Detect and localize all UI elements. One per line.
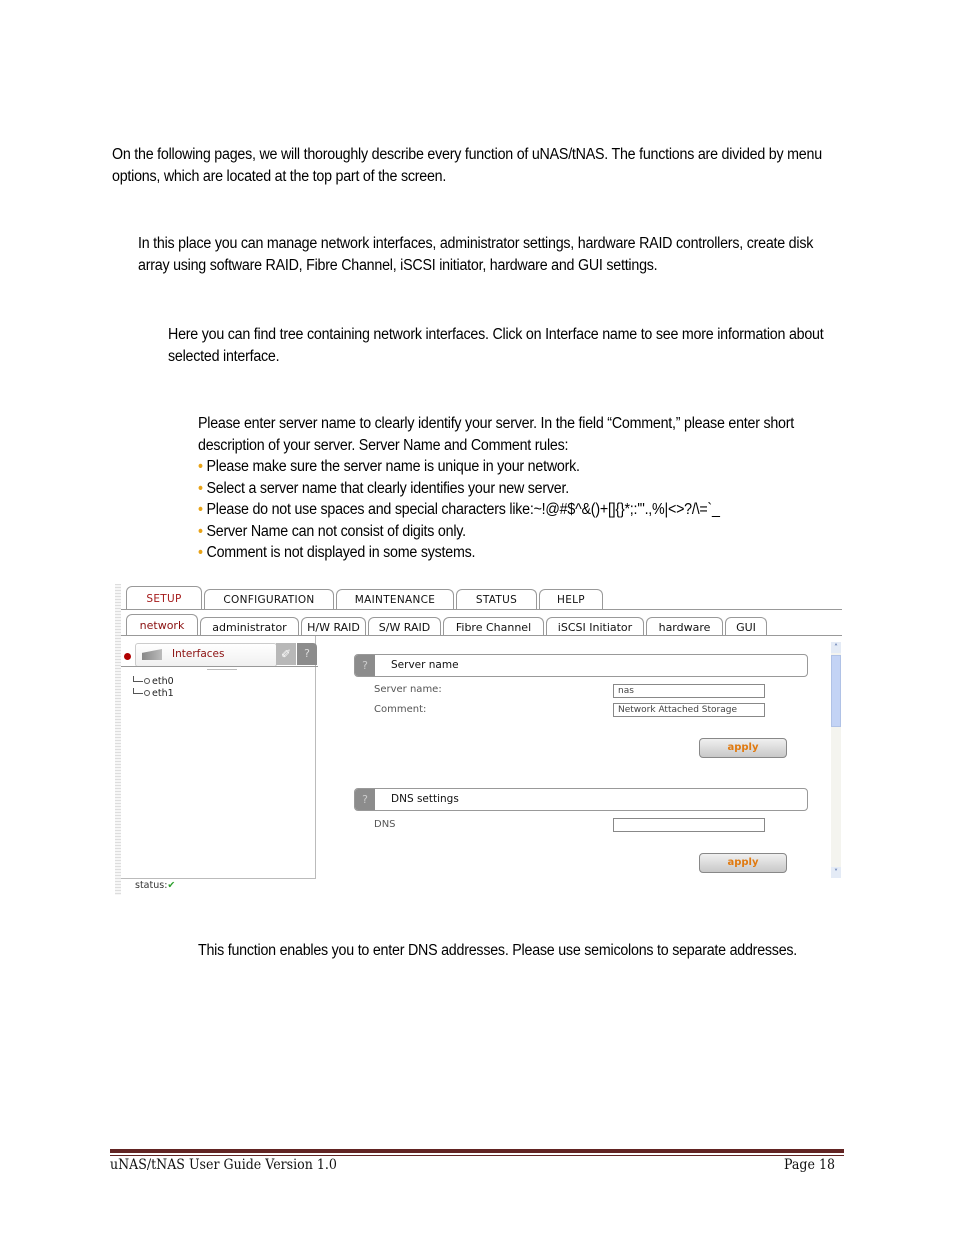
status-label: status:	[135, 880, 168, 891]
comment-label: Comment:	[374, 704, 427, 715]
sub-tab-bar: network administrator H/W RAID S/W RAID …	[126, 612, 769, 636]
rule-item: • Server Name can not consist of digits …	[198, 521, 851, 543]
rule-text: Please do not use spaces and special cha…	[206, 501, 720, 518]
tab-iscsi-initiator[interactable]: iSCSI Initiator	[546, 617, 644, 636]
scroll-down-icon[interactable]: ˅	[831, 867, 841, 878]
tab-network[interactable]: network	[126, 614, 198, 636]
rule-item: • Please make sure the server name is un…	[198, 456, 851, 478]
rule-text: Select a server name that clearly identi…	[206, 479, 570, 497]
rule-item: • Select a server name that clearly iden…	[198, 478, 851, 500]
tree-item-label: eth1	[152, 688, 174, 699]
tree-header: Interfaces ✐ ?	[121, 643, 318, 667]
rule-text: Comment is not displayed in some systems…	[206, 544, 476, 561]
check-icon: ✔	[167, 880, 176, 891]
bullet-icon: •	[198, 544, 203, 561]
scroll-up-icon[interactable]: ˄	[831, 642, 841, 653]
tree-node-icon	[144, 690, 150, 696]
dns-label: DNS	[374, 819, 396, 830]
footer-rule-thin	[110, 1155, 844, 1156]
tab-status[interactable]: STATUS	[456, 589, 537, 610]
comment-input[interactable]: Network Attached Storage	[613, 703, 765, 717]
dns-apply-button[interactable]: apply	[699, 853, 787, 873]
tree-title: Interfaces	[172, 648, 225, 660]
tab-hw-raid[interactable]: H/W RAID	[301, 617, 366, 636]
help-icon[interactable]: ?	[355, 655, 375, 676]
help-icon[interactable]: ?	[355, 789, 375, 810]
tab-setup[interactable]: SETUP	[126, 586, 202, 610]
section-title: DNS settings	[391, 793, 459, 805]
server-name-header: ? Server name	[354, 654, 808, 677]
interfaces-tree-root[interactable]: Interfaces	[135, 643, 277, 667]
tab-administrator[interactable]: administrator	[200, 617, 299, 636]
network-device-icon	[142, 649, 162, 660]
tree-connector-icon	[133, 688, 143, 694]
rule-text: Server Name can not consist of digits on…	[206, 522, 467, 540]
tree-root-dot-icon	[124, 653, 131, 660]
tab-configuration[interactable]: CONFIGURATION	[204, 589, 334, 610]
page-number: Page 18	[784, 1157, 835, 1173]
rule-text: Please make sure the server name is uniq…	[206, 458, 580, 475]
tree-resize-handle[interactable]	[207, 667, 237, 670]
section-title: Server name	[391, 659, 459, 671]
server-name-rules-list: • Please make sure the server name is un…	[198, 456, 851, 564]
help-icon[interactable]: ?	[297, 643, 317, 665]
server-name-label: Server name:	[374, 684, 442, 695]
wrench-icon[interactable]: ✐	[276, 643, 296, 665]
network-paragraph: Here you can find tree containing networ…	[168, 326, 824, 365]
dns-settings-header: ? DNS settings	[354, 788, 808, 811]
tree-node-icon	[144, 678, 150, 684]
tab-sw-raid[interactable]: S/W RAID	[368, 617, 441, 636]
server-name-apply-button[interactable]: apply	[699, 738, 787, 758]
main-tab-bar: SETUP CONFIGURATION MAINTENANCE STATUS H…	[126, 586, 605, 610]
tab-maintenance[interactable]: MAINTENANCE	[336, 589, 454, 610]
tree-connector-icon	[133, 676, 143, 682]
setup-paragraph: In this place you can manage network int…	[138, 235, 814, 274]
footer-title: uNAS/tNAS User Guide Version 1.0	[110, 1157, 337, 1173]
tree-item-label: eth0	[152, 676, 174, 687]
interfaces-tree-pane: Interfaces ✐ ? eth0 eth1	[121, 636, 318, 879]
main-tab-divider	[121, 609, 842, 610]
tab-help[interactable]: HELP	[539, 589, 603, 610]
dns-paragraph: This function enables you to enter DNS a…	[198, 942, 798, 959]
vertical-scrollbar[interactable]: ˄ ˅	[831, 642, 841, 878]
rule-item: • Please do not use spaces and special c…	[198, 499, 851, 521]
tab-fibre-channel[interactable]: Fibre Channel	[443, 617, 544, 636]
server-name-input[interactable]: nas	[613, 684, 765, 698]
tree-item-eth1[interactable]: eth1	[133, 688, 174, 699]
status-bar: status:✔	[135, 880, 175, 891]
bullet-icon: •	[198, 501, 203, 518]
scrollbar-thumb[interactable]	[831, 655, 841, 727]
tree-item-eth0[interactable]: eth0	[133, 676, 174, 687]
footer-rule-thick	[110, 1149, 844, 1153]
status-divider	[121, 878, 316, 879]
rule-item: • Comment is not displayed in some syste…	[198, 542, 851, 564]
dns-input[interactable]	[613, 818, 765, 832]
network-settings-screenshot: SETUP CONFIGURATION MAINTENANCE STATUS H…	[115, 584, 842, 895]
tab-hardware[interactable]: hardware	[646, 617, 723, 636]
server-name-paragraph: Please enter server name to clearly iden…	[198, 415, 795, 454]
intro-paragraph: On the following pages, we will thorough…	[112, 146, 822, 185]
server-name-section: Please enter server name to clearly iden…	[198, 413, 851, 564]
bullet-icon: •	[198, 522, 203, 540]
bullet-icon: •	[198, 458, 203, 475]
bullet-icon: •	[198, 479, 203, 497]
tab-gui[interactable]: GUI	[725, 617, 767, 636]
